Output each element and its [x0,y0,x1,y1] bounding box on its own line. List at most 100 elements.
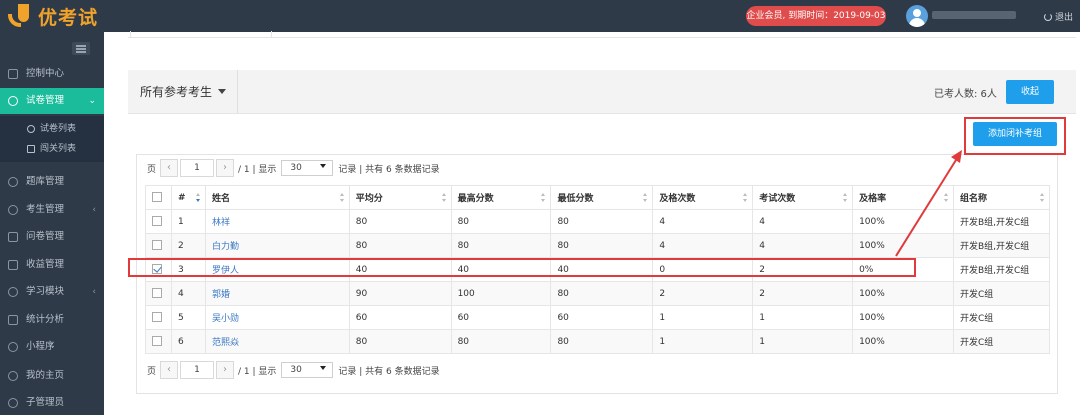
page-size-select[interactable]: 30 [281,362,334,378]
cell-exam-count: 4 [752,209,854,234]
cell-max: 100 [450,281,552,306]
column-header-max[interactable]: 最高分数 [450,185,552,210]
page-number-input[interactable]: 1 [180,159,215,177]
examined-count: 已考人数: 6人 [934,89,997,100]
cell-pass-count: 4 [652,209,754,234]
next-page-button[interactable]: › [216,159,235,177]
column-header-pass-count[interactable]: 及格次数 [652,185,754,210]
cell-average: 80 [348,209,452,234]
sidebar-item-label: 子管理员 [26,397,65,408]
sidebar-item-my-homepage[interactable]: 我的主页 [0,363,104,389]
sidebar-item-label: 我的主页 [26,370,65,381]
pager-prefix: 页 [147,366,157,377]
submenu-item-exam-list[interactable]: 试卷列表 [0,119,104,139]
shuffle-icon [27,145,35,153]
logo-text: 优考试 [38,6,99,29]
sidebar-item-learning[interactable]: 学习模块 ‹ [0,279,104,305]
sidebar-item-label: 控制中心 [26,68,65,79]
sort-icon [195,193,201,203]
cell-pass-rate: 100% [852,233,954,258]
chart-icon [8,315,18,325]
cell-num: 2 [170,233,206,258]
cell-exam-count: 2 [752,281,854,306]
page-number-input[interactable]: 1 [180,361,215,379]
column-header-name[interactable]: 姓名 [204,185,350,210]
username-redacted[interactable] [932,11,1022,21]
cell-min: 80 [550,233,654,258]
cell-num: 1 [170,209,206,234]
sidebar-item-candidates[interactable]: 考生管理 ‹ [0,197,104,223]
vip-badge: 企业会员, 到期时间：2019-09-03 [746,6,886,26]
row-checkbox[interactable] [152,336,162,347]
cell-name-link[interactable]: 林祥 [204,209,350,234]
row-checkbox[interactable] [152,312,162,323]
sidebar-item-label: 学习模块 [26,286,65,297]
previous-section-edge [128,31,1076,38]
cell-name-link[interactable]: 郭婚 [204,281,350,306]
menu-icon [76,45,86,47]
table-row: 5 吴小勋 60 60 60 1 1 100% 开发C组 [145,305,1051,330]
column-header-num[interactable]: # [170,185,206,210]
cell-average: 90 [348,281,452,306]
cell-num: 4 [170,281,206,306]
sidebar-item-label: 考生管理 [26,204,65,215]
sort-icon [1040,193,1045,203]
pagination-top: 页 ‹ 1 › / 1 | 显示 30 记录 | 共有 6 条数据记录 [145,158,442,178]
sidebar-item-revenue[interactable]: 收益管理 [0,252,104,278]
cell-max: 60 [450,305,552,330]
cell-name-link[interactable]: 范熙焱 [204,329,350,354]
cell-min: 80 [550,329,654,354]
column-header-min[interactable]: 最低分数 [550,185,654,210]
sidebar-item-dashboard[interactable]: 控制中心 [0,61,104,87]
top-bar: 优考试 企业会员, 到期时间：2019-09-03 退出 [0,0,1080,32]
admin-icon [8,398,18,408]
cell-pass-rate: 100% [852,209,954,234]
sidebar-item-exam-management[interactable]: 试卷管理 ⌄ [0,88,104,114]
prev-page-button[interactable]: ‹ [160,361,179,379]
avatar[interactable] [906,5,928,27]
candidates-header: 所有参考考生 已考人数: 6人 收起 [128,70,1076,114]
cell-average: 80 [348,233,452,258]
cell-group: 开发C组 [952,281,1051,306]
prev-page-button[interactable]: ‹ [160,159,179,177]
logo[interactable]: 优考试 [8,3,98,29]
next-page-button[interactable]: › [216,361,235,379]
column-header-exam-count[interactable]: 考试次数 [752,185,854,210]
sidebar-toggle-button[interactable] [72,42,90,55]
sidebar-item-mini-program[interactable]: 小程序 [0,334,104,360]
column-header-average[interactable]: 平均分 [348,185,452,210]
cell-group: 开发B组,开发C组 [952,233,1051,258]
page-size-select[interactable]: 30 [281,160,334,176]
cell-name-link[interactable]: 吴小勋 [204,305,350,330]
row-checkbox[interactable] [152,216,162,227]
cell-max: 80 [450,209,552,234]
sidebar-item-surveys[interactable]: 问卷管理 [0,224,104,250]
column-header-pass-rate[interactable]: 及格率 [852,185,954,210]
submenu-item-label: 闯关列表 [40,144,77,154]
row-checkbox[interactable] [152,240,162,251]
cell-num: 5 [170,305,206,330]
cell-group: 开发C组 [952,305,1051,330]
cell-pass-count: 1 [652,305,754,330]
cell-pass-rate: 100% [852,305,954,330]
candidate-filter-dropdown[interactable]: 所有参考考生 [128,70,238,114]
sidebar-item-label: 问卷管理 [26,231,65,242]
table-header-row: # 姓名 平均分 最高分数 最低分数 及格次数 考试次数 及格率 组名称 [145,185,1051,210]
logout-label: 退出 [1055,13,1074,23]
cell-group: 开发B组,开发C组 [952,257,1051,282]
sidebar-item-sub-admins[interactable]: 子管理员 [0,390,104,415]
sort-icon [339,193,345,203]
submenu-item-challenge-list[interactable]: 闯关列表 [0,139,104,159]
sidebar-item-statistics[interactable]: 统计分析 [0,307,104,333]
row-checkbox[interactable] [152,288,162,299]
column-header-group[interactable]: 组名称 [952,185,1051,210]
pagination-bottom: 页 ‹ 1 › / 1 | 显示 30 记录 | 共有 6 条数据记录 [145,360,442,380]
sort-icon [743,193,748,203]
collapse-button[interactable]: 收起 [1006,80,1054,104]
logout-button[interactable]: 退出 [1044,10,1073,23]
cell-name-link[interactable]: 白力勤 [204,233,350,258]
select-all-checkbox[interactable] [152,192,162,203]
sidebar-item-question-bank[interactable]: 题库管理 [0,169,104,195]
chevron-down-icon: ⌄ [88,96,96,106]
sidebar-item-label: 试卷管理 [26,95,65,106]
